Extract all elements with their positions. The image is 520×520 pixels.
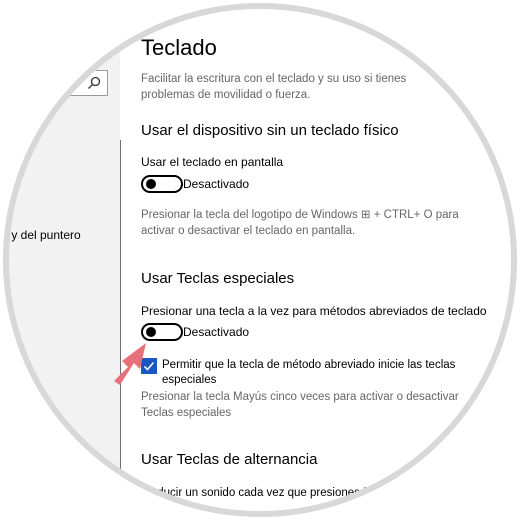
search-input[interactable] [6,70,108,96]
sidebar-divider [120,140,121,520]
on-screen-keyboard-toggle[interactable] [141,175,183,193]
page-title: Teclado [141,35,217,60]
pointer-arrow-icon [114,343,146,385]
section-title-sticky-keys: Usar Teclas especiales [141,270,295,287]
sidebar: r y del puntero [0,0,120,520]
sidebar-item-mouse-pointer[interactable]: r y del puntero [4,228,81,242]
toggle-keys-label-line2: e Despl [147,502,186,514]
section-title-physical-keyboard: Usar el dispositivo sin un teclado físic… [141,122,399,139]
toggle-knob [146,179,156,189]
sticky-keys-label: Presionar una tecla a la vez para método… [141,304,487,318]
page-description: Facilitar la escritura con el teclado y … [141,73,407,101]
sticky-keys-state: Desactivado [183,325,250,339]
on-screen-keyboard-label: Usar el teclado en pantalla [141,155,284,169]
on-screen-keyboard-hint: Presionar la tecla del logotipo de Windo… [141,209,459,237]
section-title-toggle-keys: Usar Teclas de alternancia [141,451,318,468]
toggle-keys-label: roducir un sonido cada vez que presiones… [147,487,371,499]
on-screen-keyboard-state: Desactivado [183,177,250,191]
sticky-keys-hint: Presionar la tecla Mayús cinco veces par… [141,391,459,419]
settings-window: r y del puntero Teclado Facilitar la esc… [0,0,520,520]
search-icon[interactable] [86,75,102,91]
sticky-keys-shortcut-label: Permitir que la tecla de método abreviad… [162,359,456,386]
